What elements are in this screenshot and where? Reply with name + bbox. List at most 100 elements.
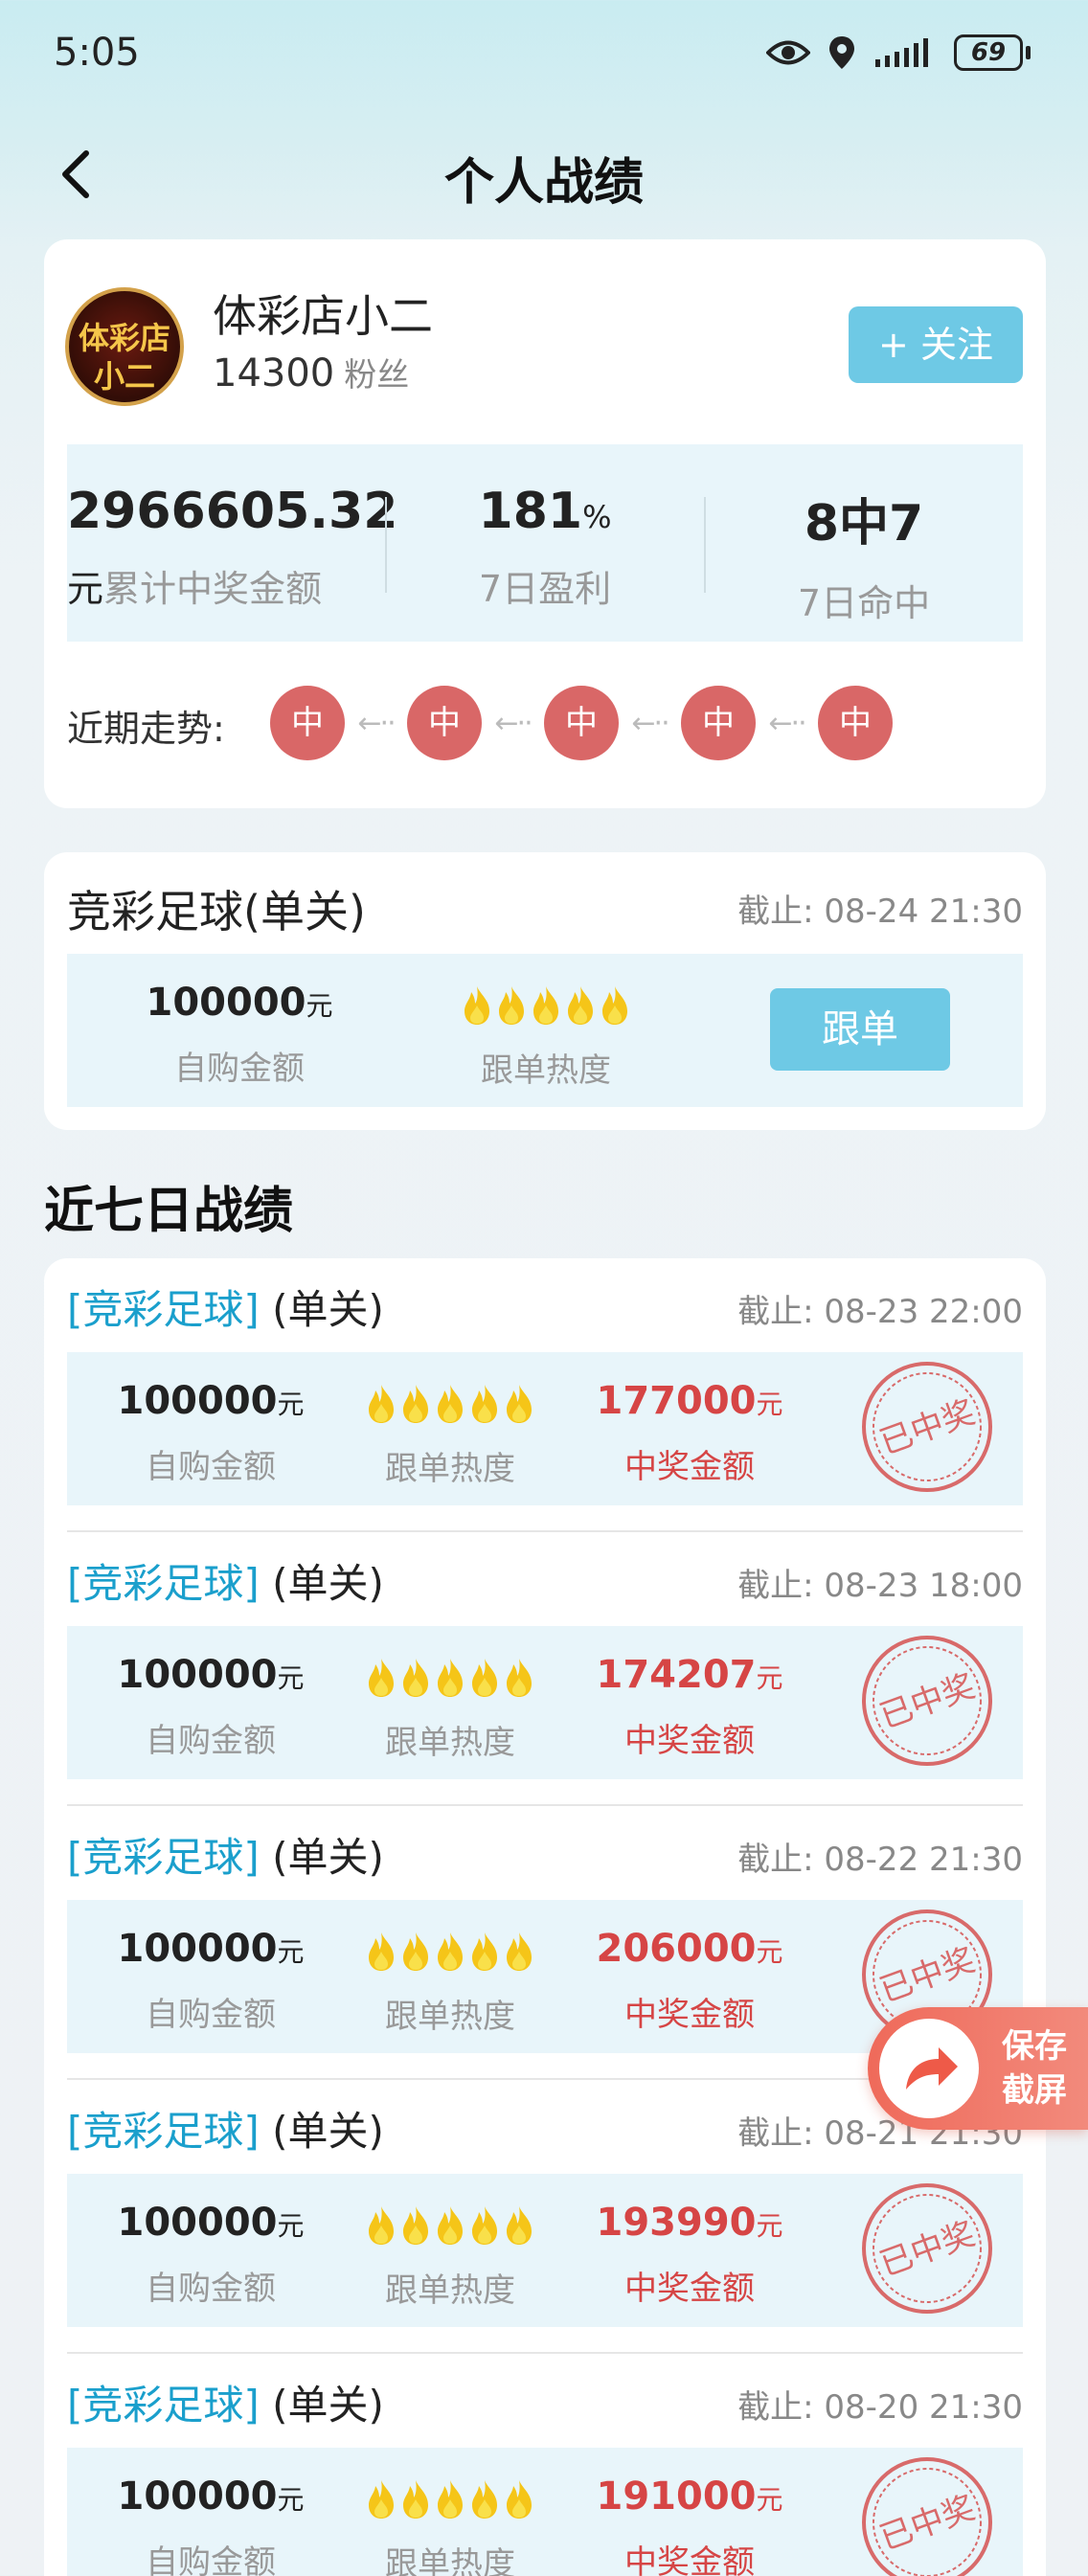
avatar-text-line2: 小二 <box>93 358 155 395</box>
stat-profit-7d: 181% 7日盈利 <box>386 483 704 612</box>
record-amount-label: 自购金额 <box>146 1722 276 1760</box>
profit-7d-value: 181 <box>478 483 583 540</box>
profit-7d-label: 7日盈利 <box>478 568 612 610</box>
trend-dot: 中 <box>818 686 893 760</box>
plan-deadline: 截止: 08-24 21:30 <box>737 893 1023 931</box>
record-prize-unit: 元 <box>756 2210 783 2242</box>
heat-flames <box>335 1927 565 1973</box>
record-heat-cell: 跟单热度 <box>335 1927 565 2037</box>
record-prize-row: 206000元 <box>575 1927 805 1971</box>
record-prize-unit: 元 <box>756 2484 783 2516</box>
record-amount-row: 100000元 <box>96 1653 326 1697</box>
record-prize-unit: 元 <box>756 1936 783 1968</box>
won-stamp-icon: 已中奖 <box>862 2183 992 2314</box>
record-amount-row: 100000元 <box>96 2474 326 2519</box>
record-amount-unit: 元 <box>277 2210 305 2242</box>
record-heat-cell: 跟单热度 <box>335 2201 565 2311</box>
share-arrow-icon <box>879 2019 979 2118</box>
record-amount-cell: 100000元 自购金额 <box>96 1379 326 1487</box>
flame-icon <box>472 1659 497 1697</box>
record-deadline: 截止: 08-23 22:00 <box>737 1293 1023 1331</box>
trend-dot: 中 <box>544 686 619 760</box>
record-prize-cell: 206000元 中奖金额 <box>575 1927 805 2035</box>
trend-dot: 中 <box>407 686 482 760</box>
stats-panel: 2966605.32 元累计中奖金额 181% 7日盈利 8中7 7日命中 <box>67 444 1023 642</box>
stat-total-prize: 2966605.32 元累计中奖金额 <box>67 483 397 612</box>
record-heat-label: 跟单热度 <box>385 1998 515 2036</box>
record-heat-cell: 跟单热度 <box>335 1379 565 1489</box>
record-amount: 100000 <box>117 1653 278 1697</box>
plan-amount-unit: 元 <box>306 990 333 1022</box>
record-detail-box: 100000元 自购金额 跟单热度 174207元 中奖金额 已中奖 <box>67 1626 1023 1779</box>
record-detail-box: 100000元 自购金额 跟单热度 177000元 中奖金额 已中奖 <box>67 1352 1023 1505</box>
stamp-text: 已中奖 <box>875 1667 981 1736</box>
save-screenshot-button[interactable]: 保存 截屏 <box>868 2007 1088 2130</box>
save-screenshot-label: 保存 截屏 <box>986 2024 1082 2113</box>
trend-dot: 中 <box>270 686 345 760</box>
record-amount-label: 自购金额 <box>146 1996 276 2034</box>
heat-flames <box>431 981 661 1027</box>
record-item[interactable]: [竞彩足球] (单关) 截止: 08-23 18:00 100000元 自购金额… <box>44 1532 1046 1806</box>
battery-level: 69 <box>954 34 1023 71</box>
flame-icon <box>465 986 489 1025</box>
avatar[interactable]: 体彩店 小二 <box>65 287 184 406</box>
record-prize-unit: 元 <box>756 1389 783 1420</box>
record-prize: 174207 <box>596 1653 757 1697</box>
record-amount-unit: 元 <box>277 1389 305 1420</box>
stamp-text: 已中奖 <box>875 1393 981 1462</box>
record-amount-row: 100000元 <box>96 2201 326 2245</box>
record-amount-cell: 100000元 自购金额 <box>96 2474 326 2576</box>
trend-row: 中 ←·· 中 ←·· 中 ←·· 中 ←·· 中 <box>270 686 893 760</box>
current-plan-card[interactable]: 竞彩足球(单关) 截止: 08-24 21:30 100000元 自购金额 跟单… <box>44 852 1046 1130</box>
record-item[interactable]: [竞彩足球] (单关) 截止: 08-21 21:30 100000元 自购金额… <box>44 2080 1046 2354</box>
record-title: [竞彩足球] (单关) <box>67 2373 384 2431</box>
fans-count-row: 14300 粉丝 <box>213 349 409 395</box>
trend-arrow: ←·· <box>768 706 806 740</box>
location-icon <box>829 36 854 69</box>
record-type: (单关) <box>272 2108 384 2155</box>
record-item[interactable]: [竞彩足球] (单关) 截止: 08-20 21:30 100000元 自购金额… <box>44 2354 1046 2576</box>
flame-icon <box>369 1932 394 1971</box>
stamp-text: 已中奖 <box>875 2489 981 2558</box>
record-prize: 191000 <box>596 2474 757 2519</box>
flame-icon <box>507 1932 532 1971</box>
flame-icon <box>438 2206 463 2245</box>
stamp-text: 已中奖 <box>875 1941 981 2010</box>
record-title: [竞彩足球] (单关) <box>67 1551 384 1610</box>
record-detail-box: 100000元 自购金额 跟单热度 191000元 中奖金额 已中奖 <box>67 2448 1023 2576</box>
flame-icon <box>507 2206 532 2245</box>
flame-icon <box>403 2206 428 2245</box>
record-prize-unit: 元 <box>756 1662 783 1694</box>
record-item[interactable]: [竞彩足球] (单关) 截止: 08-23 22:00 100000元 自购金额… <box>44 1258 1046 1532</box>
record-detail-box: 100000元 自购金额 跟单热度 193990元 中奖金额 已中奖 <box>67 2174 1023 2327</box>
record-heat-cell: 跟单热度 <box>335 2474 565 2576</box>
trend-arrow: ←·· <box>494 706 533 740</box>
hit-7d-label: 7日命中 <box>797 582 931 624</box>
record-prize: 193990 <box>596 2201 757 2245</box>
flame-icon <box>507 1659 532 1697</box>
record-deadline: 截止: 08-23 18:00 <box>737 1567 1023 1605</box>
trend-dot: 中 <box>681 686 756 760</box>
flame-icon <box>369 1659 394 1697</box>
status-bar: 5:05 69 <box>0 0 1088 115</box>
trend-label: 近期走势: <box>67 708 225 750</box>
won-stamp-icon: 已中奖 <box>862 1362 992 1492</box>
flame-icon <box>403 1659 428 1697</box>
flame-icon <box>472 1932 497 1971</box>
follow-order-button[interactable]: 跟单 <box>770 988 950 1071</box>
record-prize: 206000 <box>596 1927 757 1971</box>
record-prize-cell: 177000元 中奖金额 <box>575 1379 805 1487</box>
record-prize-label: 中奖金额 <box>624 2270 755 2308</box>
flame-icon <box>472 2480 497 2519</box>
record-deadline: 截止: 08-22 21:30 <box>737 1841 1023 1879</box>
record-type: (单关) <box>272 2382 384 2429</box>
record-amount-unit: 元 <box>277 2484 305 2516</box>
won-stamp-icon: 已中奖 <box>862 1636 992 1766</box>
record-amount-cell: 100000元 自购金额 <box>96 2201 326 2309</box>
record-amount-label: 自购金额 <box>146 2543 276 2576</box>
status-time: 5:05 <box>54 31 140 75</box>
plan-amount-label: 自购金额 <box>174 1050 305 1088</box>
records-card: [竞彩足球] (单关) 截止: 08-23 22:00 100000元 自购金额… <box>44 1258 1046 2576</box>
flame-icon <box>602 986 627 1025</box>
follow-button[interactable]: + 关注 <box>849 306 1023 383</box>
